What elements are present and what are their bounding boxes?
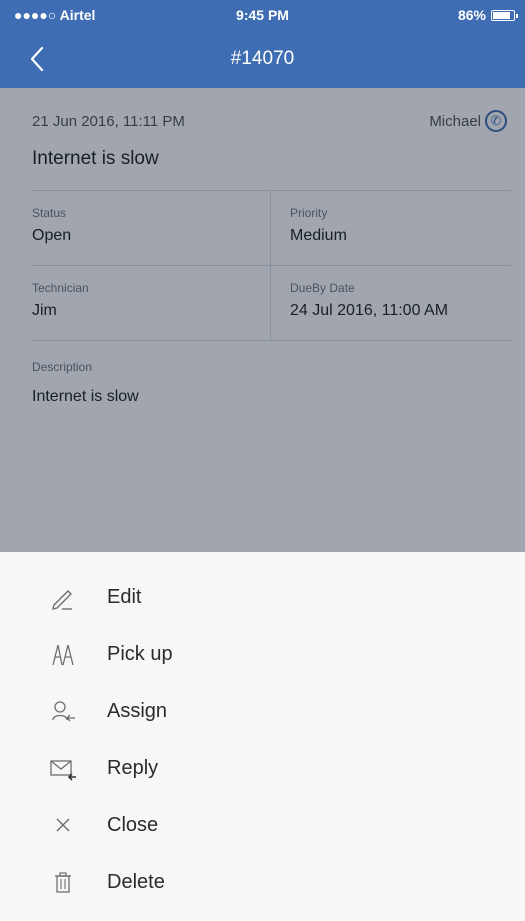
action-pick-up[interactable]: Pick up — [0, 629, 525, 685]
action-delete[interactable]: Delete — [0, 857, 525, 913]
action-label: Delete — [107, 871, 165, 893]
battery-icon — [491, 9, 518, 21]
action-close[interactable]: Close — [0, 800, 525, 856]
battery-percent: 86% — [457, 7, 486, 23]
pencil-icon — [48, 582, 78, 612]
action-label: Close — [107, 814, 159, 836]
page-title: #14070 — [230, 48, 295, 69]
reply-icon — [48, 753, 78, 783]
clock: 9:45 PM — [236, 7, 289, 23]
pick-up-icon — [48, 639, 78, 669]
action-label: Pick up — [107, 643, 173, 665]
trash-icon — [48, 867, 78, 897]
action-label: Assign — [107, 700, 168, 722]
action-assign[interactable]: Assign — [0, 686, 525, 742]
assign-icon — [48, 696, 78, 726]
action-label: Reply — [107, 757, 159, 779]
action-sheet: Edit Pick up Assign Reply Close Delete — [0, 552, 525, 921]
action-reply[interactable]: Reply — [0, 743, 525, 799]
modal-overlay[interactable] — [0, 88, 525, 552]
nav-bar: #14070 — [0, 30, 525, 88]
action-label: Edit — [107, 586, 142, 608]
close-icon — [48, 810, 78, 840]
battery-indicator: 86% — [457, 7, 518, 23]
action-edit[interactable]: Edit — [0, 572, 525, 628]
status-bar: ●●●●○ Airtel 9:45 PM 86% — [0, 0, 525, 30]
